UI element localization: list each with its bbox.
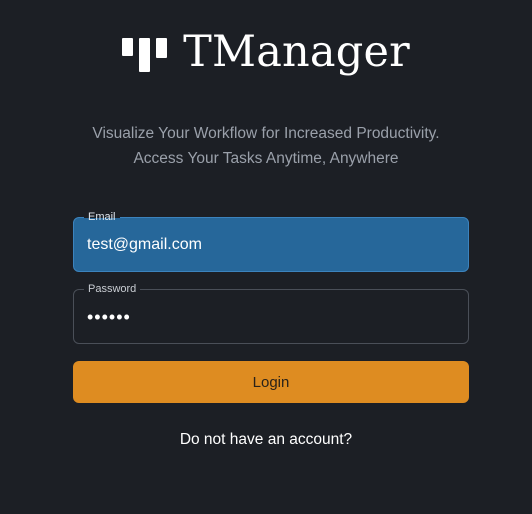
tagline-line-1: Visualize Your Workflow for Increased Pr… [92,125,440,142]
tagline: Visualize Your Workflow for Increased Pr… [0,121,532,171]
email-input[interactable] [87,233,447,257]
login-button[interactable]: Login [73,361,469,403]
brand-header: TManager [0,24,532,80]
signup-link[interactable]: Do not have an account? [0,430,532,450]
password-label: Password [84,283,141,296]
email-field[interactable]: Email [73,211,469,272]
password-field[interactable]: Password [73,283,469,344]
email-label: Email [84,211,120,224]
tagline-line-2: Access Your Tasks Anytime, Anywhere [133,150,399,167]
password-input[interactable] [87,305,447,329]
bars-logo-icon [122,38,168,72]
app-title: TManager [183,27,410,77]
